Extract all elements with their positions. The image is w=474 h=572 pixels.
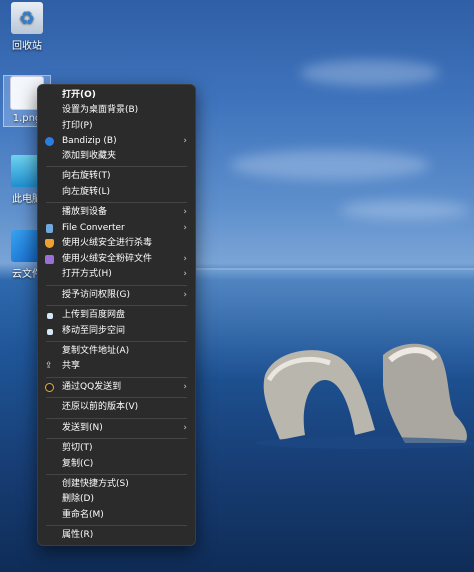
menu-separator: [46, 377, 187, 378]
context-menu: 打开(O) 设置为桌面背景(B) 打印(P) Bandizip (B) › 添加…: [37, 84, 196, 546]
menu-item-label: 共享: [62, 361, 81, 371]
menu-item-create-shortcut[interactable]: 创建快捷方式(S): [38, 477, 195, 492]
menu-item-cast[interactable]: 播放到设备 ›: [38, 205, 195, 220]
menu-separator: [46, 305, 187, 306]
menu-item-copy[interactable]: 复制(C): [38, 457, 195, 472]
menu-item-huorong-shred[interactable]: 使用火绒安全粉碎文件 ›: [38, 252, 195, 267]
menu-separator: [46, 525, 187, 526]
menu-item-baidu-upload[interactable]: 上传到百度网盘: [38, 308, 195, 323]
file-converter-icon: [46, 224, 53, 233]
recycle-bin-icon: ♻: [11, 2, 43, 34]
menu-item-label: 复制(C): [62, 459, 94, 469]
menu-item-label: 使用火绒安全粉碎文件: [62, 254, 153, 264]
menu-item-print[interactable]: 打印(P): [38, 119, 195, 134]
menu-separator: [46, 285, 187, 286]
menu-item-qq-send[interactable]: 通过QQ发送到 ›: [38, 380, 195, 395]
menu-item-label: 添加到收藏夹: [62, 151, 117, 161]
bandizip-icon: [45, 137, 54, 146]
menu-item-label: 向右旋转(T): [62, 171, 111, 181]
menu-item-cut[interactable]: 剪切(T): [38, 441, 195, 456]
menu-item-huorong-scan[interactable]: 使用火绒安全进行杀毒: [38, 236, 195, 251]
menu-item-set-wallpaper[interactable]: 设置为桌面背景(B): [38, 103, 195, 118]
sync-space-icon: [47, 329, 53, 335]
cloud: [340, 200, 470, 220]
menu-separator: [46, 202, 187, 203]
menu-separator: [46, 438, 187, 439]
menu-item-restore[interactable]: 还原以前的版本(V): [38, 400, 195, 415]
chevron-right-icon: ›: [183, 207, 187, 217]
menu-item-open-with[interactable]: 打开方式(H) ›: [38, 267, 195, 282]
desktop-icon-recycle-bin[interactable]: ♻ 回收站: [4, 2, 50, 52]
menu-item-label: Bandizip (B): [62, 136, 117, 146]
menu-item-label: 授予访问权限(G): [62, 290, 130, 300]
chevron-right-icon: ›: [183, 382, 187, 392]
menu-item-grant-access[interactable]: 授予访问权限(G) ›: [38, 288, 195, 303]
share-icon: ⇪: [45, 361, 53, 371]
menu-item-copy-path[interactable]: 复制文件地址(A): [38, 344, 195, 359]
menu-item-file-converter[interactable]: File Converter ›: [38, 221, 195, 236]
menu-item-label: 还原以前的版本(V): [62, 402, 139, 412]
chevron-right-icon: ›: [183, 423, 187, 433]
menu-separator: [46, 341, 187, 342]
menu-item-share[interactable]: ⇪ 共享: [38, 359, 195, 374]
menu-item-label: 通过QQ发送到: [62, 382, 122, 392]
menu-item-label: 属性(R): [62, 530, 94, 540]
menu-item-label: File Converter: [62, 223, 125, 233]
menu-item-properties[interactable]: 属性(R): [38, 528, 195, 543]
menu-item-send-to[interactable]: 发送到(N) ›: [38, 421, 195, 436]
menu-item-label: 创建快捷方式(S): [62, 479, 129, 489]
menu-item-label: 向左旋转(L): [62, 187, 111, 197]
menu-item-label: 剪切(T): [62, 443, 93, 453]
menu-item-label: 重命名(M): [62, 510, 104, 520]
menu-item-label: 复制文件地址(A): [62, 346, 130, 356]
menu-item-label: 播放到设备: [62, 207, 108, 217]
menu-separator: [46, 474, 187, 475]
menu-item-label: 打开(O): [62, 90, 96, 100]
menu-item-label: 移动至同步空间: [62, 326, 126, 336]
menu-item-add-favorite[interactable]: 添加到收藏夹: [38, 149, 195, 164]
chevron-right-icon: ›: [183, 290, 187, 300]
chevron-right-icon: ›: [183, 223, 187, 233]
menu-item-label: 上传到百度网盘: [62, 310, 126, 320]
chevron-right-icon: ›: [183, 254, 187, 264]
baidu-netdisk-icon: [47, 313, 53, 319]
chevron-right-icon: ›: [183, 136, 187, 146]
qq-penguin-icon: [45, 383, 54, 392]
menu-item-bandizip[interactable]: Bandizip (B) ›: [38, 134, 195, 149]
sea-rocks: [255, 343, 474, 449]
menu-item-label: 使用火绒安全进行杀毒: [62, 238, 153, 248]
menu-item-delete[interactable]: 删除(D): [38, 492, 195, 507]
menu-item-label: 打印(P): [62, 121, 93, 131]
menu-item-rename[interactable]: 重命名(M): [38, 508, 195, 523]
desktop-icon-label: 回收站: [12, 41, 42, 52]
menu-separator: [46, 166, 187, 167]
menu-item-rotate-right[interactable]: 向右旋转(T): [38, 169, 195, 184]
menu-item-sync-space[interactable]: 移动至同步空间: [38, 324, 195, 339]
menu-separator: [46, 418, 187, 419]
cloud: [230, 150, 430, 180]
menu-separator: [46, 397, 187, 398]
menu-item-label: 设置为桌面背景(B): [62, 105, 139, 115]
huorong-shred-icon: [45, 255, 54, 264]
menu-item-label: 发送到(N): [62, 423, 103, 433]
huorong-shield-icon: [45, 239, 54, 248]
chevron-right-icon: ›: [183, 269, 187, 279]
menu-item-open[interactable]: 打开(O): [38, 88, 195, 103]
cloud: [300, 60, 440, 86]
menu-item-rotate-left[interactable]: 向左旋转(L): [38, 185, 195, 200]
menu-item-label: 删除(D): [62, 494, 94, 504]
menu-item-label: 打开方式(H): [62, 269, 112, 279]
